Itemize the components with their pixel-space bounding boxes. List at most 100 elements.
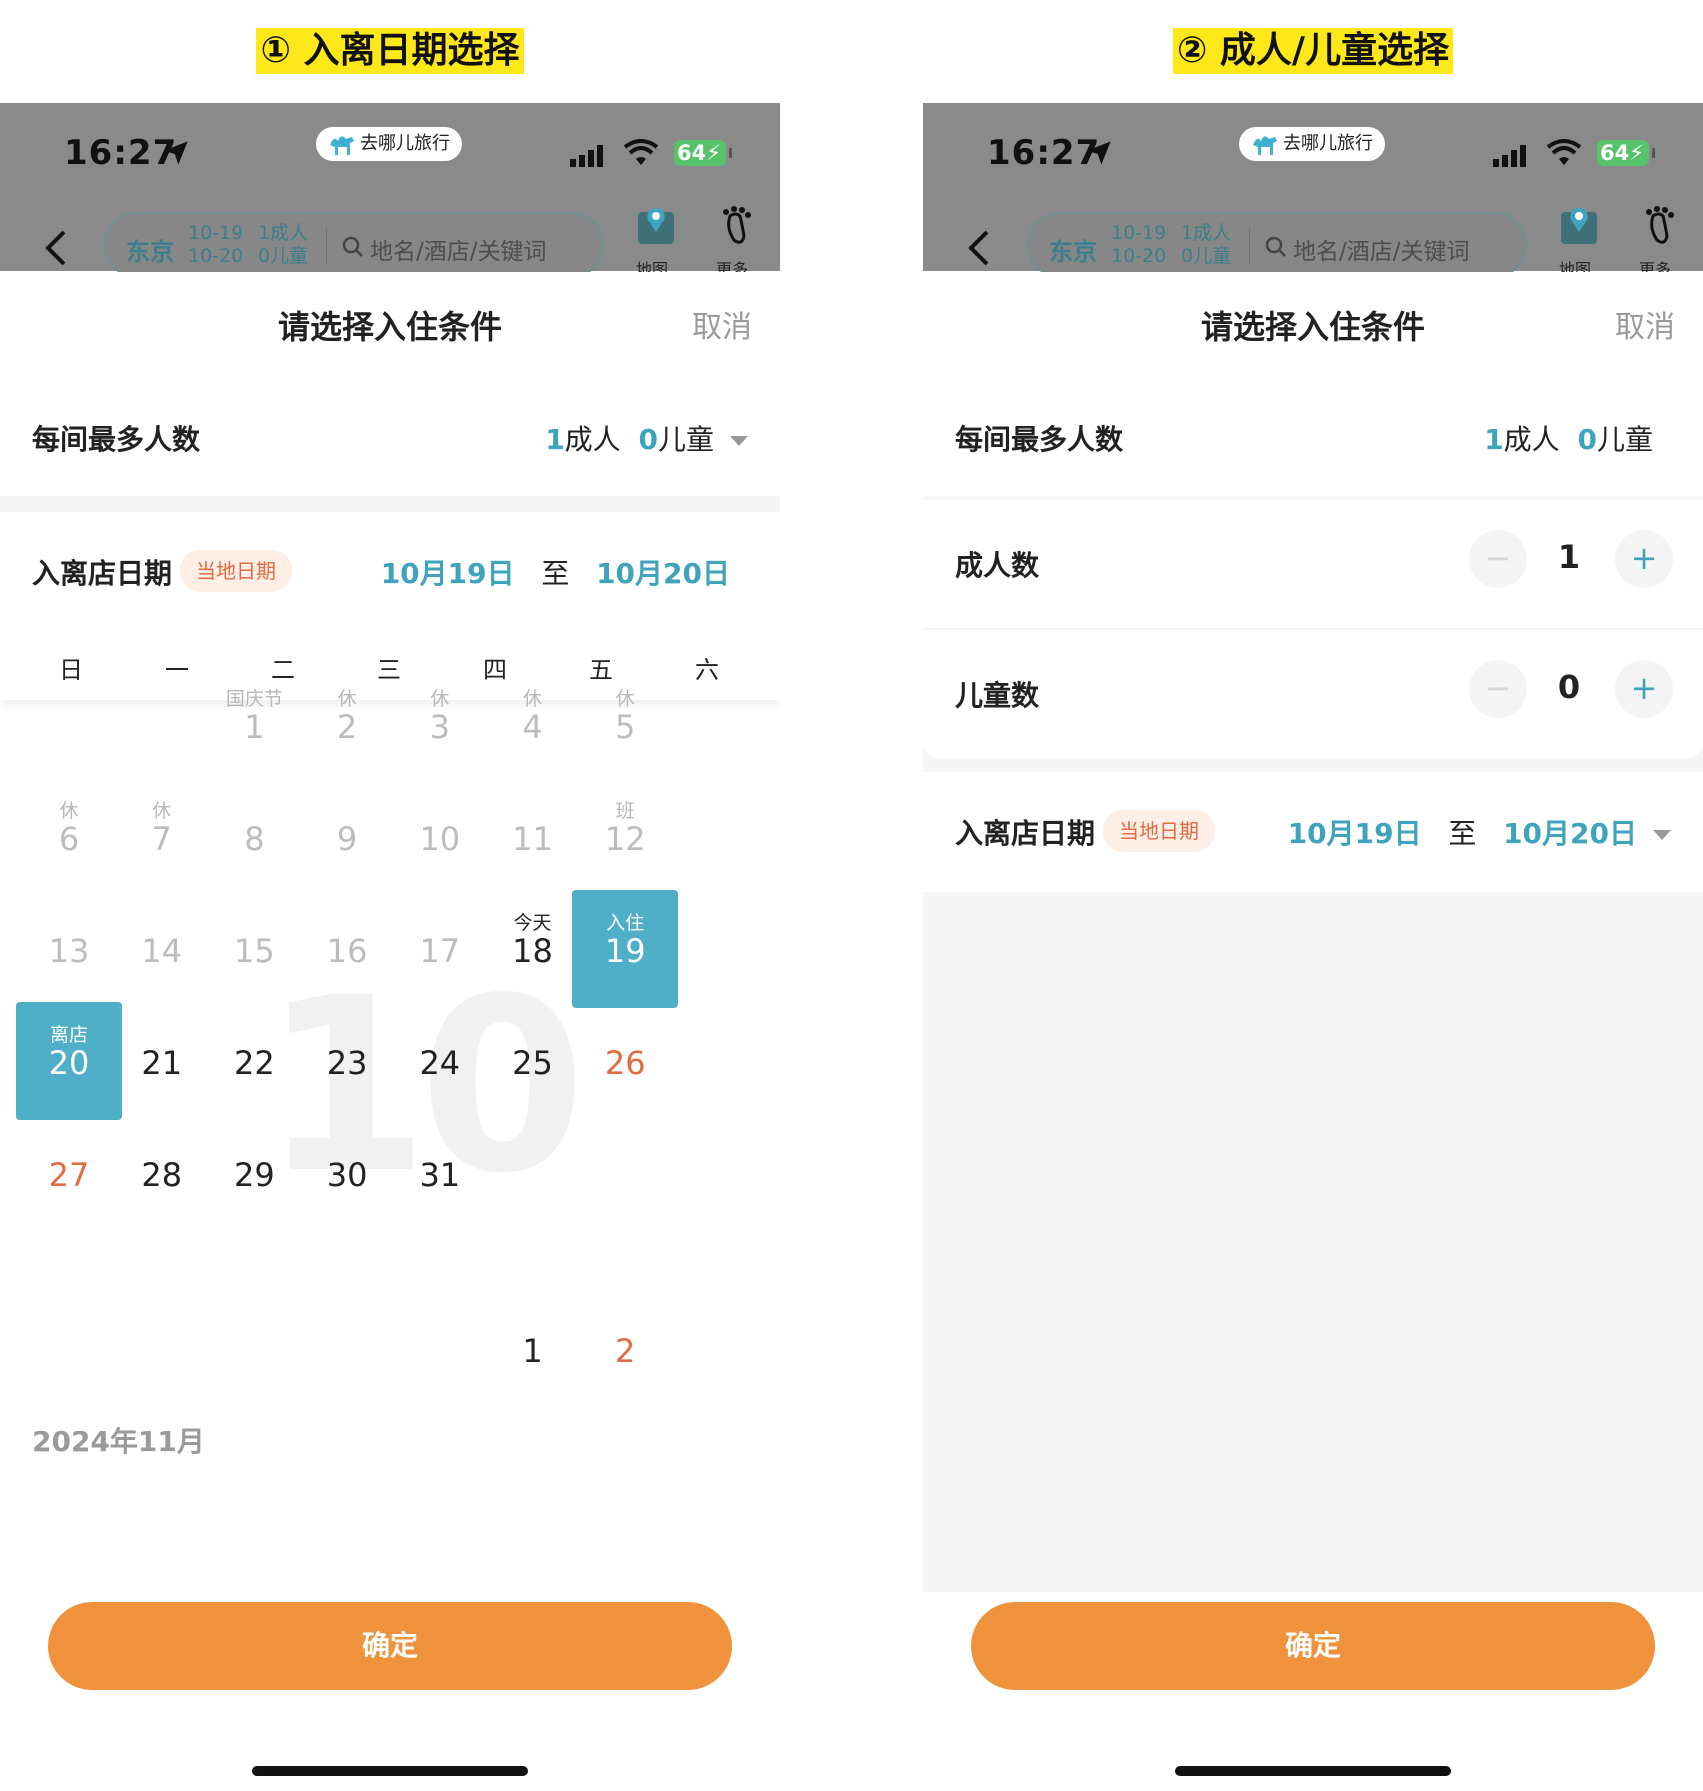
day-note: 班 [615,800,635,822]
search-row: 东京 10-19 10-20 1成人 0儿童 地名/酒店/关键词 地图 更多 [0,206,780,279]
day-number: 10 [419,820,461,858]
day-number: 18 [512,932,553,970]
selected-date-range[interactable]: 10月19日 至 10月20日 [381,552,730,592]
day-note: 休 [152,800,172,822]
day-number: 2 [615,1332,636,1370]
day-number: 30 [326,1156,368,1194]
day-number: 5 [615,708,636,746]
children-minus-button[interactable]: − [1469,660,1527,718]
day-number: 19 [604,932,646,970]
adults-label: 成人数 [955,549,1040,582]
calendar-day[interactable]: 23 [294,1002,400,1120]
calendar-day[interactable]: 入住 19 [572,890,679,1008]
date-range-label: 入离店日期 [32,557,173,590]
calendar-day: 9 [294,778,400,896]
day-note: 入住 [606,912,645,934]
calendar-day: 国庆节 1 [201,666,307,784]
guest-summary[interactable]: 1成人 0儿童 [1484,418,1653,458]
back-icon[interactable] [967,230,991,266]
caption: ② 成人/儿童选择 [923,28,1703,74]
day-note: 休 [337,688,357,710]
search-icon [342,236,363,257]
calendar-day[interactable]: 28 [109,1114,215,1232]
calendar-day[interactable]: 离店 20 [16,1002,122,1120]
calendar-day[interactable]: 22 [201,1002,307,1120]
calendar-day: 休5 [572,666,678,784]
location-arrow-icon [1087,141,1111,165]
dropdown-caret-icon [730,436,748,446]
adults-plus-button[interactable]: + [1615,530,1673,588]
day-number: 16 [326,932,368,970]
calendar-day[interactable]: 30 [294,1114,400,1232]
local-date-badge: 当地日期 [1103,810,1215,852]
confirm-button[interactable]: 确定 [971,1602,1655,1690]
cancel-button[interactable]: 取消 [1615,302,1675,346]
app-badge: 去哪儿旅行 [316,127,462,161]
day-number: 13 [48,932,90,970]
calendar-day[interactable]: 今天 18 [480,890,586,1008]
dropdown-caret-icon [1653,830,1671,840]
calendar-day[interactable]: 1 [480,1290,586,1408]
footprint-more-icon[interactable] [1639,206,1679,250]
search-icon [1265,236,1286,257]
condition-sheet: 请选择入住条件 取消 每间最多人数 1成人 0儿童 成人数 − 1 + 儿童数 … [923,272,1703,1791]
date-selection-screen: ① 入离日期选择 16:27 去哪儿旅行 64⚡ 东京 10-19 10-20 1… [0,0,780,1791]
calendar-day: 休4 [480,666,586,784]
day-note: 国庆节 [225,688,283,710]
confirm-button[interactable]: 确定 [48,1602,732,1690]
day-number: 17 [419,932,461,970]
camel-logo-icon [1253,136,1277,155]
search-bar[interactable]: 东京 10-19 10-20 1成人 0儿童 地名/酒店/关键词 [104,212,604,278]
day-number: 7 [151,820,172,858]
city-label: 东京 [126,238,174,266]
map-icon[interactable] [1557,204,1601,248]
guest-selection-screen: ② 成人/儿童选择 16:27 去哪儿旅行 64⚡ 东京 10-19 10-20 … [923,0,1703,1791]
day-number: 4 [522,708,543,746]
home-indicator [1175,1766,1451,1776]
search-placeholder: 地名/酒店/关键词 [1293,239,1470,265]
guest-summary-dropdown[interactable]: 1成人 0儿童 [545,418,748,458]
adults-minus-button[interactable]: − [1469,530,1527,588]
search-row: 东京 10-19 10-20 1成人 0儿童 地名/酒店/关键词 地图 更多 [923,206,1703,279]
calendar-day[interactable]: 26 [572,1002,678,1120]
day-number: 1 [244,708,265,746]
calendar-day: 17 [387,890,493,1008]
local-date-badge: 当地日期 [180,550,292,592]
calendar-day[interactable]: 31 [387,1114,493,1232]
day-number: 28 [141,1156,183,1194]
cellular-signal-icon [1493,145,1526,167]
month-heading: 2024年11月 [32,1425,205,1458]
calendar-day: 8 [201,778,307,896]
footprint-more-icon[interactable] [716,206,756,250]
mini-dates: 10-19 10-20 [188,222,244,267]
children-plus-button[interactable]: + [1615,660,1673,718]
search-bar[interactable]: 东京 10-19 10-20 1成人 0儿童 地名/酒店/关键词 [1027,212,1527,278]
day-note: 今天 [513,912,552,934]
calendar-day[interactable]: 21 [109,1002,215,1120]
clock: 16:27 [987,133,1101,173]
search-placeholder: 地名/酒店/关键词 [370,239,547,265]
day-number: 6 [58,820,80,858]
calendar-day[interactable]: 25 [480,1002,586,1120]
selected-date-range-dropdown[interactable]: 10月19日 至 10月20日 [1288,812,1671,852]
condition-sheet: 请选择入住条件 取消 每间最多人数 1成人 0儿童 入离店日期 当地日期 10月… [0,272,780,1791]
calendar-day[interactable]: 2 [572,1290,678,1408]
children-label: 儿童数 [955,679,1040,712]
adults-value: 1 [1557,538,1581,576]
day-number: 14 [141,932,183,970]
back-icon[interactable] [44,230,68,266]
max-occupancy-label: 每间最多人数 [32,423,201,456]
day-number: 3 [429,708,450,746]
cancel-button[interactable]: 取消 [692,302,752,346]
calendar-day[interactable]: 27 [16,1114,122,1232]
day-note: 休 [615,688,635,710]
day-number: 1 [522,1332,543,1370]
mini-guests: 1成人 0儿童 [258,222,309,267]
caption: ① 入离日期选择 [0,28,780,74]
calendar-day[interactable]: 29 [201,1114,307,1232]
day-number: 2 [336,708,358,746]
day-number: 24 [419,1044,461,1082]
calendar-day: 10 [387,778,493,896]
map-icon[interactable] [634,204,678,248]
calendar-day[interactable]: 24 [387,1002,493,1120]
